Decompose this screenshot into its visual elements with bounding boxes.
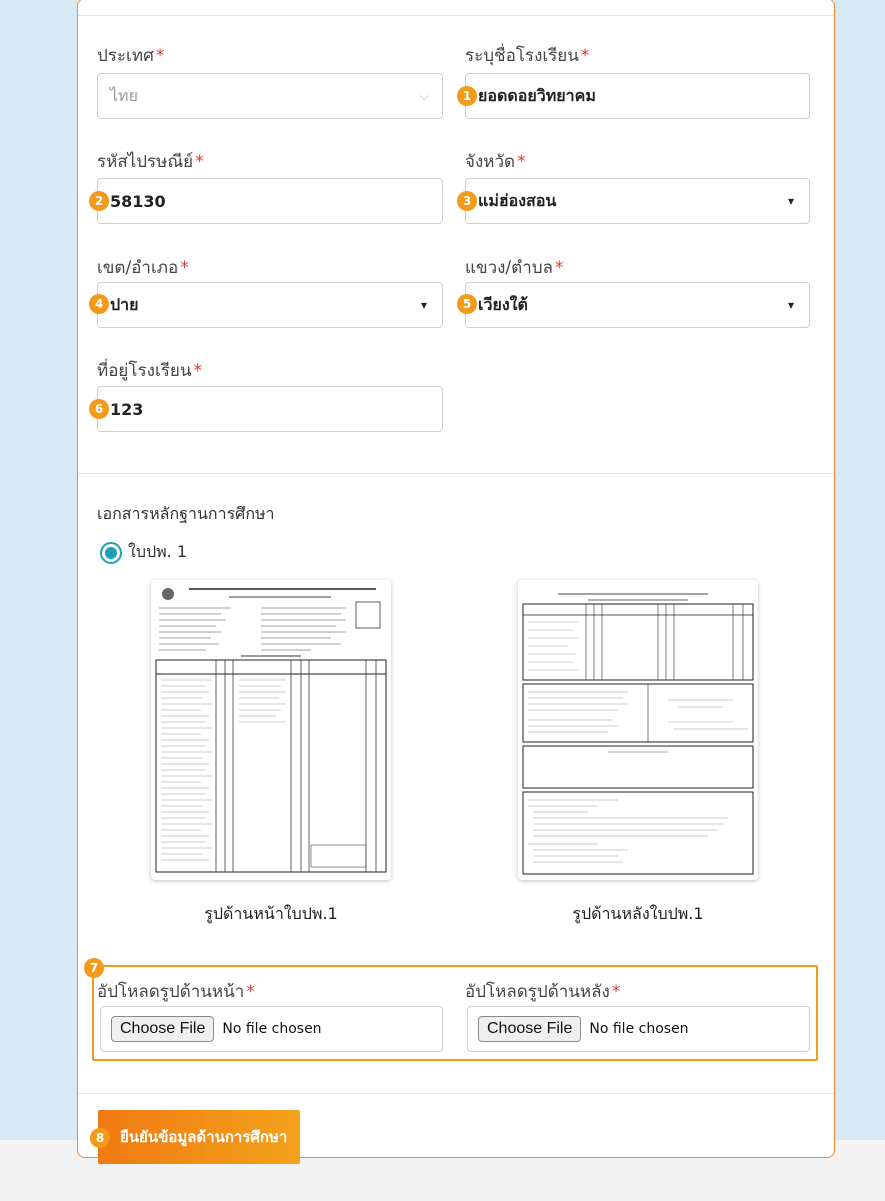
chevron-down-icon: ▾	[420, 298, 428, 312]
required-mark: *	[246, 982, 255, 1002]
province-select[interactable]: แม่ฮ่องสอน ▾	[465, 178, 810, 224]
radio-option-label: ใบปพ. 1	[128, 542, 188, 561]
required-mark: *	[195, 152, 204, 172]
education-docs-title: เอกสารหลักฐานการศึกษา	[97, 504, 275, 523]
address-label-text: ที่อยู่โรงเรียน	[97, 361, 192, 381]
emblem-icon	[162, 588, 174, 600]
chevron-down-icon: ⌵	[419, 88, 429, 103]
confirm-education-button[interactable]: ยืนยันข้อมูลด้านการศึกษา	[98, 1110, 300, 1164]
province-label-text: จังหวัด	[465, 152, 516, 172]
country-select[interactable]: ไทย ⌵	[97, 73, 443, 119]
required-mark: *	[155, 46, 165, 66]
postal-code-value: 58130	[110, 191, 166, 211]
address-value: 123	[110, 399, 144, 419]
document-front-illustration	[151, 580, 391, 880]
radio-selected-icon[interactable]	[100, 541, 122, 564]
required-mark: *	[611, 982, 621, 1002]
step-marker-5: 5	[457, 294, 477, 314]
section-divider	[78, 473, 834, 474]
upload-back-file-input[interactable]: Choose File No file chosen	[467, 1006, 810, 1052]
required-mark: *	[180, 258, 189, 278]
district-label-text: เขต/อำเภอ	[97, 258, 179, 278]
step-marker-4: 4	[89, 294, 109, 314]
no-file-text: No file chosen	[222, 1021, 322, 1037]
school-name-input[interactable]: ยอดดอยวิทยาคม	[465, 73, 810, 119]
province-value: แม่ฮ่องสอน	[478, 190, 557, 210]
upload-front-label-text: อัปโหลดรูปด้านหน้า	[97, 982, 245, 1002]
upload-back-label-text: อัปโหลดรูปด้านหลัง	[465, 982, 610, 1002]
front-document-image	[151, 580, 391, 880]
subdistrict-select[interactable]: เวียงใต้ ▾	[465, 282, 810, 328]
required-mark: *	[554, 258, 564, 278]
district-label: เขต/อำเภอ *	[97, 254, 189, 281]
address-input[interactable]: 123	[97, 386, 443, 432]
required-mark: *	[517, 152, 526, 172]
district-select[interactable]: ปาย ▾	[97, 282, 443, 328]
postal-code-label: รหัสไปรษณีย์ *	[97, 148, 204, 175]
back-doc-caption: รูปด้านหลังใบปพ.1	[572, 904, 704, 923]
country-label-text: ประเทศ	[97, 46, 154, 66]
country-value: ไทย	[110, 85, 138, 105]
step-marker-7: 7	[84, 958, 104, 978]
district-value: ปาย	[110, 294, 139, 314]
choose-file-button[interactable]: Choose File	[111, 1016, 215, 1042]
postal-code-label-text: รหัสไปรษณีย์	[97, 152, 194, 172]
chevron-down-icon: ▾	[787, 298, 795, 312]
upload-front-file-input[interactable]: Choose File No file chosen	[100, 1006, 443, 1052]
school-name-label: ระบุชื่อโรงเรียน *	[465, 42, 589, 69]
back-document-image	[518, 580, 758, 880]
upload-front-label: อัปโหลดรูปด้านหน้า *	[97, 978, 255, 1005]
confirm-button-label: ยืนยันข้อมูลด้านการศึกษา	[120, 1128, 288, 1146]
chevron-down-icon: ▾	[787, 194, 795, 208]
required-mark: *	[193, 361, 202, 381]
province-label: จังหวัด *	[465, 148, 526, 175]
step-marker-8: 8	[90, 1128, 110, 1148]
radio-por-por-1[interactable]: ใบปพ. 1	[100, 540, 187, 565]
required-mark: *	[580, 46, 590, 66]
document-back-illustration	[518, 580, 758, 880]
upload-back-label: อัปโหลดรูปด้านหลัง *	[465, 978, 620, 1005]
top-divider	[78, 15, 834, 16]
footer-divider	[78, 1093, 834, 1094]
school-name-label-text: ระบุชื่อโรงเรียน	[465, 46, 579, 66]
subdistrict-label: แขวง/ตำบล *	[465, 254, 563, 281]
step-marker-1: 1	[457, 86, 477, 106]
step-marker-2: 2	[89, 191, 109, 211]
country-label: ประเทศ *	[97, 42, 164, 69]
subdistrict-value: เวียงใต้	[478, 294, 528, 314]
step-marker-3: 3	[457, 191, 477, 211]
postal-code-input[interactable]: 58130	[97, 178, 443, 224]
address-label: ที่อยู่โรงเรียน *	[97, 357, 202, 384]
no-file-text: No file chosen	[589, 1021, 689, 1037]
choose-file-button[interactable]: Choose File	[478, 1016, 582, 1042]
subdistrict-label-text: แขวง/ตำบล	[465, 258, 553, 278]
step-marker-6: 6	[89, 399, 109, 419]
school-name-value: ยอดดอยวิทยาคม	[478, 85, 596, 105]
front-doc-caption: รูปด้านหน้าใบปพ.1	[204, 904, 338, 923]
